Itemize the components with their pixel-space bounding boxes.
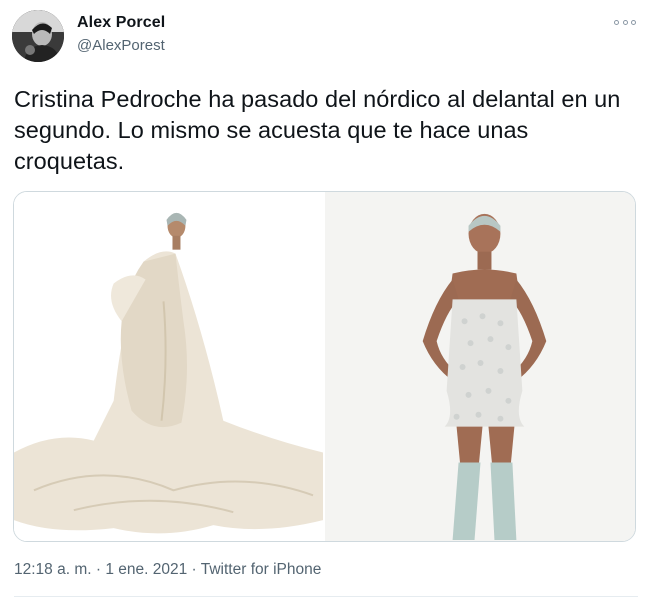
tweet-date[interactable]: 1 ene. 2021	[105, 561, 187, 578]
media-grid	[13, 191, 636, 542]
author-name[interactable]: Alex Porcel	[77, 14, 165, 32]
photo-sparkle-minidress[interactable]	[323, 192, 635, 541]
photo-duvet-gown[interactable]	[14, 192, 323, 541]
duvet-gown-image-icon	[14, 192, 323, 541]
meta-separator: ·	[95, 561, 102, 578]
avatar-photo-icon	[12, 10, 64, 62]
tweet-source[interactable]: Twitter for iPhone	[201, 561, 322, 578]
meta-separator: ·	[191, 561, 197, 578]
sparkle-minidress-image-icon	[325, 192, 635, 541]
avatar[interactable]	[12, 10, 64, 62]
dot-icon	[614, 19, 619, 25]
dot-icon	[622, 19, 628, 25]
author-handle[interactable]: @AlexPorest	[77, 37, 165, 54]
tweet-metadata: 12:18 a. m. · 1 ene. 2021 · Twitter for …	[14, 561, 321, 579]
tweet: Alex Porcel @AlexPorest Cristina Pedroch…	[0, 0, 652, 599]
dot-icon	[631, 19, 636, 25]
more-options-icon[interactable]	[614, 17, 636, 27]
tweet-time[interactable]: 12:18 a. m.	[14, 561, 92, 578]
divider	[14, 596, 638, 597]
tweet-text: Cristina Pedroche ha pasado del nórdico …	[14, 86, 621, 174]
